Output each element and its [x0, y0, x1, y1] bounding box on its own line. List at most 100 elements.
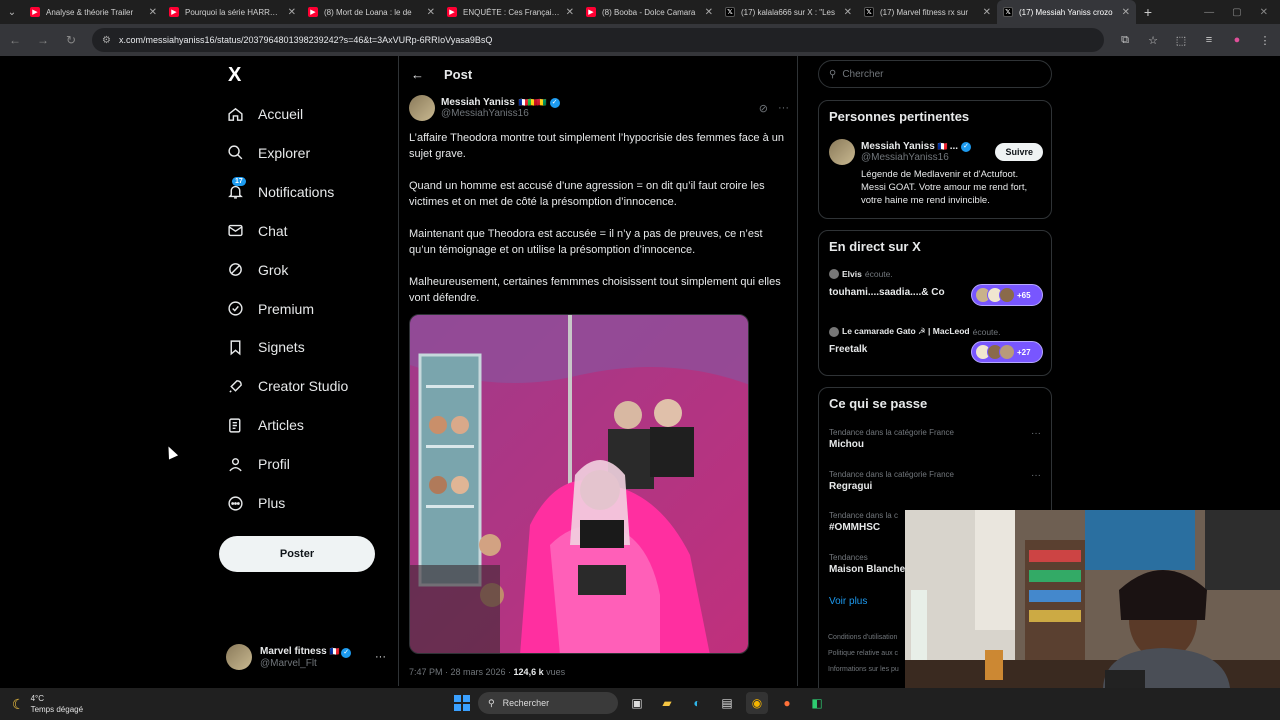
browser-tab[interactable]: 𝕏 (17) kalala666 sur X : "Les ✕ [719, 0, 858, 24]
browser-menu-icon[interactable]: ⋮ [1258, 34, 1272, 47]
task-view-icon[interactable]: ▣ [626, 692, 648, 714]
nav-item-label: Premium [258, 300, 315, 317]
windows-start-icon[interactable] [454, 695, 470, 711]
store-icon[interactable]: ▤ [716, 692, 738, 714]
tab-title: (17) Marvel fitness rx sur [880, 7, 969, 17]
author-handle[interactable]: @MessiahYaniss16 [441, 108, 560, 119]
follow-button[interactable]: Suivre [995, 143, 1043, 161]
account-handle: @Marvel_Flt [260, 657, 317, 669]
file-explorer-icon[interactable]: ▰ [656, 692, 678, 714]
browser-tab[interactable]: ▶ ENQUÊTE : Ces Français p ✕ [441, 0, 580, 24]
post-header: ← Post [399, 56, 797, 92]
live-space[interactable]: Le camarade Gato ☭ | MacLeod écoute. Free… [829, 326, 1043, 372]
nav-item-articles[interactable]: Articles [226, 410, 304, 440]
address-bar[interactable]: ⚙ x.com/messiahyaniss16/status/203796480… [92, 28, 1104, 52]
nav-item-chat[interactable]: Chat [226, 216, 288, 246]
install-app-icon[interactable]: ⧉ [1118, 34, 1132, 47]
nav-item-signets[interactable]: Signets [226, 332, 305, 362]
tab-close-icon[interactable]: ✕ [983, 7, 991, 18]
avatar [226, 644, 252, 670]
media-controls-icon[interactable]: ≡ [1202, 34, 1216, 46]
nav-item-notifications[interactable]: 17 Notifications [226, 176, 334, 207]
post-image[interactable] [409, 314, 749, 654]
footer-link[interactable]: Informations sur les pu [828, 662, 899, 678]
profile-icon[interactable]: ● [1230, 34, 1244, 46]
footer-link[interactable]: Conditions d'utilisation [828, 630, 897, 646]
search-input[interactable]: ⚲ Chercher [818, 60, 1052, 88]
trend-context: Tendance dans la catégorie France [829, 428, 954, 437]
live-title: En direct sur X [829, 239, 921, 254]
tab-close-icon[interactable]: ✕ [566, 7, 574, 18]
home-icon [226, 105, 244, 123]
maximize-icon[interactable]: ▢ [1232, 7, 1241, 18]
account-switcher[interactable]: Marvel fitness 🇫🇷 ✓ @Marvel_Flt ··· [226, 642, 386, 672]
tab-close-icon[interactable]: ✕ [705, 7, 713, 18]
more-dots-icon[interactable]: ··· [1031, 428, 1041, 439]
window-controls: — ▢ ✕ [1204, 7, 1280, 18]
reload-icon[interactable]: ↻ [64, 33, 78, 47]
extensions-icon[interactable]: ⬚ [1174, 34, 1188, 47]
trend-item[interactable]: Tendance dans la catégorie France Regragu… [829, 470, 1043, 492]
tab-close-icon[interactable]: ✕ [1122, 7, 1130, 18]
browser-tab[interactable]: ▶ (8) Booba - Dolce Camara ✕ [580, 0, 719, 24]
grok-explain-icon[interactable]: ⊘ [759, 102, 768, 115]
post-paragraph: Maintenant que Theodora est accusée = il… [409, 228, 763, 256]
author-avatar[interactable] [409, 95, 435, 121]
tab-title: (17) kalala666 sur X : "Les [741, 7, 835, 17]
forward-icon[interactable]: → [36, 33, 50, 47]
space-listeners[interactable]: +27 [971, 341, 1043, 363]
verified-icon: ✓ [961, 141, 972, 152]
footer-link[interactable]: Politique relative aux c [828, 646, 898, 662]
browser-tab[interactable]: ▶ Pourquoi la série HARRY P ✕ [163, 0, 302, 24]
bookmark-star-icon[interactable]: ☆ [1146, 34, 1160, 47]
back-icon[interactable]: ← [8, 33, 22, 47]
site-info-icon[interactable]: ⚙ [102, 35, 111, 46]
show-more-link[interactable]: Voir plus [829, 596, 867, 607]
tab-title: (17) Messiah Yaniss crozo [1019, 7, 1113, 17]
more-dots-icon[interactable]: ··· [778, 102, 789, 115]
new-tab-button[interactable]: + [1136, 4, 1160, 20]
nav-item-plus[interactable]: Plus [226, 488, 285, 518]
nav-item-label: Profil [258, 456, 290, 473]
author-name[interactable]: Messiah Yaniss 🇫🇷🇲🇱🇬🇳 ✓ [441, 97, 560, 108]
chrome-icon[interactable]: ◉ [746, 692, 768, 714]
weather-widget[interactable]: ☾ 4°C Temps dégagé [12, 693, 83, 715]
nav-item-profil[interactable]: Profil [226, 449, 290, 479]
post-button[interactable]: Poster [219, 536, 375, 572]
more-dots-icon[interactable]: ··· [375, 651, 386, 663]
minimize-icon[interactable]: — [1204, 7, 1214, 18]
tab-close-icon[interactable]: ✕ [288, 7, 296, 18]
nav-item-accueil[interactable]: Accueil [226, 99, 303, 129]
listener-count: +65 [1017, 290, 1031, 300]
nav-item-grok[interactable]: Grok [226, 255, 288, 285]
post-paragraph: L’affaire Theodora montre tout simplemen… [409, 132, 785, 160]
firefox-icon[interactable]: ● [776, 692, 798, 714]
relevant-user-name[interactable]: Messiah Yaniss 🇫🇷 ... ✓ [861, 141, 972, 152]
more-dots-icon[interactable]: ··· [1031, 470, 1041, 481]
avatar[interactable] [829, 139, 855, 165]
nav-item-creator-studio[interactable]: Creator Studio [226, 371, 348, 401]
taskbar-search[interactable]: ⚲ Rechercher [478, 692, 618, 714]
browser-tab[interactable]: ▶ (8) Mort de Loana : le de ✕ [302, 0, 441, 24]
space-listeners[interactable]: +65 [971, 284, 1043, 306]
browser-tab[interactable]: 𝕏 (17) Messiah Yaniss crozo ✕ [997, 0, 1136, 24]
back-arrow-icon[interactable]: ← [411, 67, 424, 82]
browser-tab[interactable]: 𝕏 (17) Marvel fitness rx sur ✕ [858, 0, 997, 24]
browser-tab[interactable]: ▶ Analyse & théorie Trailer ✕ [24, 0, 163, 24]
nav-item-premium[interactable]: Premium [226, 294, 314, 324]
tab-close-icon[interactable]: ✕ [844, 7, 852, 18]
premium-icon [226, 300, 244, 318]
tab-close-icon[interactable]: ✕ [149, 7, 157, 18]
relevant-user[interactable]: Messiah Yaniss 🇫🇷 ... ✓ @MessiahYaniss16 S… [829, 139, 1043, 207]
trend-item[interactable]: Tendance dans la catégorie France Michou ·… [829, 428, 1043, 450]
tab-close-icon[interactable]: ✕ [427, 7, 435, 18]
x-logo[interactable]: X [228, 64, 241, 87]
edge-icon[interactable]: ◐ [686, 692, 708, 714]
nav-item-explorer[interactable]: Explorer [226, 138, 310, 168]
space-host-action: écoute. [972, 326, 1001, 337]
app-icon[interactable]: ◧ [806, 692, 828, 714]
tab-search-chevron-icon[interactable]: ⌄ [0, 0, 24, 24]
close-window-icon[interactable]: ✕ [1260, 7, 1268, 18]
windows-taskbar: ☾ 4°C Temps dégagé ⚲ Rechercher ▣ ▰ ◐ ▤ … [0, 688, 1280, 720]
live-space[interactable]: Elvis écoute. touhami....saadia....& Co +6… [829, 269, 1043, 315]
